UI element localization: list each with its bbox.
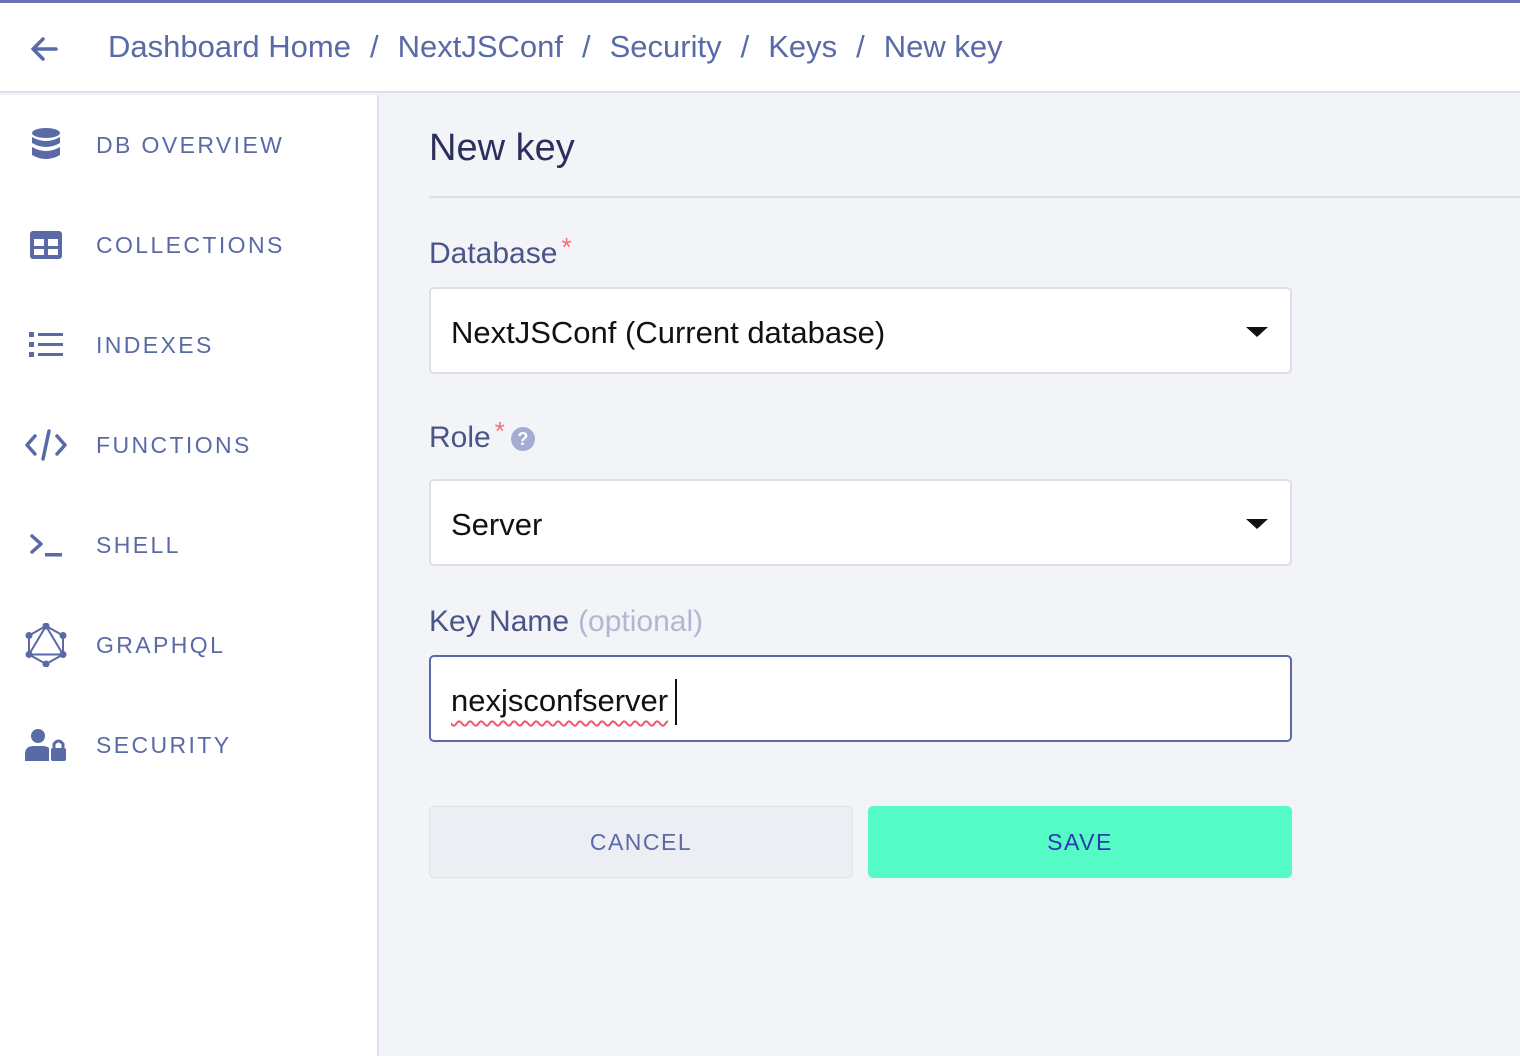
breadcrumb-separator: / bbox=[856, 29, 865, 64]
breadcrumb-keys[interactable]: Keys bbox=[768, 29, 837, 65]
user-lock-icon bbox=[24, 723, 68, 767]
breadcrumb-separator: / bbox=[582, 29, 591, 64]
key-name-input[interactable]: nexjsconfserver bbox=[429, 655, 1292, 742]
table-grid-icon bbox=[24, 223, 68, 267]
optional-hint: (optional) bbox=[578, 605, 704, 638]
sidebar-item-label: INDEXES bbox=[96, 331, 214, 358]
code-icon bbox=[24, 423, 68, 467]
role-select[interactable]: Server bbox=[429, 479, 1292, 566]
database-label: Database * bbox=[429, 232, 572, 271]
sidebar-item-shell[interactable]: SHELL bbox=[0, 515, 377, 575]
save-button[interactable]: SAVE bbox=[868, 806, 1292, 878]
title-divider bbox=[429, 196, 1520, 198]
sidebar-item-label: COLLECTIONS bbox=[96, 231, 285, 258]
help-icon[interactable]: ? bbox=[510, 427, 535, 451]
breadcrumb-new-key[interactable]: New key bbox=[884, 29, 1003, 65]
page-title: New key bbox=[429, 127, 575, 169]
breadcrumb: Dashboard Home / NextJSConf / Security /… bbox=[108, 29, 1003, 65]
role-label: Role * ? bbox=[429, 416, 535, 455]
breadcrumb-dashboard-home[interactable]: Dashboard Home bbox=[108, 29, 351, 65]
database-select-value: NextJSConf (Current database) bbox=[451, 315, 886, 350]
database-label-text: Database bbox=[429, 237, 558, 270]
caret-down-icon bbox=[1246, 327, 1268, 337]
key-name-input-value: nexjsconfserver bbox=[451, 683, 669, 718]
text-cursor bbox=[675, 679, 677, 725]
role-select-value: Server bbox=[451, 507, 543, 542]
graphql-icon bbox=[24, 623, 68, 667]
sidebar-item-graphql[interactable]: GRAPHQL bbox=[0, 615, 377, 675]
required-asterisk: * bbox=[494, 416, 505, 446]
sidebar-item-security[interactable]: SECURITY bbox=[0, 715, 377, 775]
terminal-icon bbox=[24, 523, 68, 567]
breadcrumb-database[interactable]: NextJSConf bbox=[398, 29, 563, 65]
database-select[interactable]: NextJSConf (Current database) bbox=[429, 287, 1292, 374]
sidebar-item-label: SECURITY bbox=[96, 731, 232, 758]
breadcrumb-separator: / bbox=[740, 29, 750, 64]
sidebar-item-db-overview[interactable]: DB OVERVIEW bbox=[0, 115, 377, 175]
database-icon bbox=[24, 123, 68, 167]
main-content: New key Database * NextJSConf (Current d… bbox=[379, 95, 1520, 1056]
key-name-label: Key Name (optional) bbox=[429, 605, 703, 639]
key-name-label-text: Key Name bbox=[429, 605, 570, 638]
sidebar-item-label: GRAPHQL bbox=[96, 631, 226, 658]
breadcrumb-security[interactable]: Security bbox=[610, 29, 722, 65]
sidebar: DB OVERVIEW COLLECTIONS INDEXES FUNCTION… bbox=[0, 95, 379, 1056]
caret-down-icon bbox=[1246, 519, 1268, 529]
sidebar-item-label: DB OVERVIEW bbox=[96, 131, 285, 158]
sidebar-item-label: FUNCTIONS bbox=[96, 431, 252, 458]
sidebar-item-collections[interactable]: COLLECTIONS bbox=[0, 215, 377, 275]
sidebar-item-label: SHELL bbox=[96, 531, 181, 558]
sidebar-item-indexes[interactable]: INDEXES bbox=[0, 315, 377, 375]
top-header: Dashboard Home / NextJSConf / Security /… bbox=[0, 3, 1520, 93]
role-label-text: Role bbox=[429, 421, 491, 454]
breadcrumb-separator: / bbox=[369, 29, 379, 64]
sidebar-item-functions[interactable]: FUNCTIONS bbox=[0, 415, 377, 475]
back-arrow-icon[interactable] bbox=[26, 31, 62, 67]
cancel-button[interactable]: CANCEL bbox=[429, 806, 853, 878]
required-asterisk: * bbox=[561, 232, 572, 262]
list-icon bbox=[24, 323, 68, 367]
